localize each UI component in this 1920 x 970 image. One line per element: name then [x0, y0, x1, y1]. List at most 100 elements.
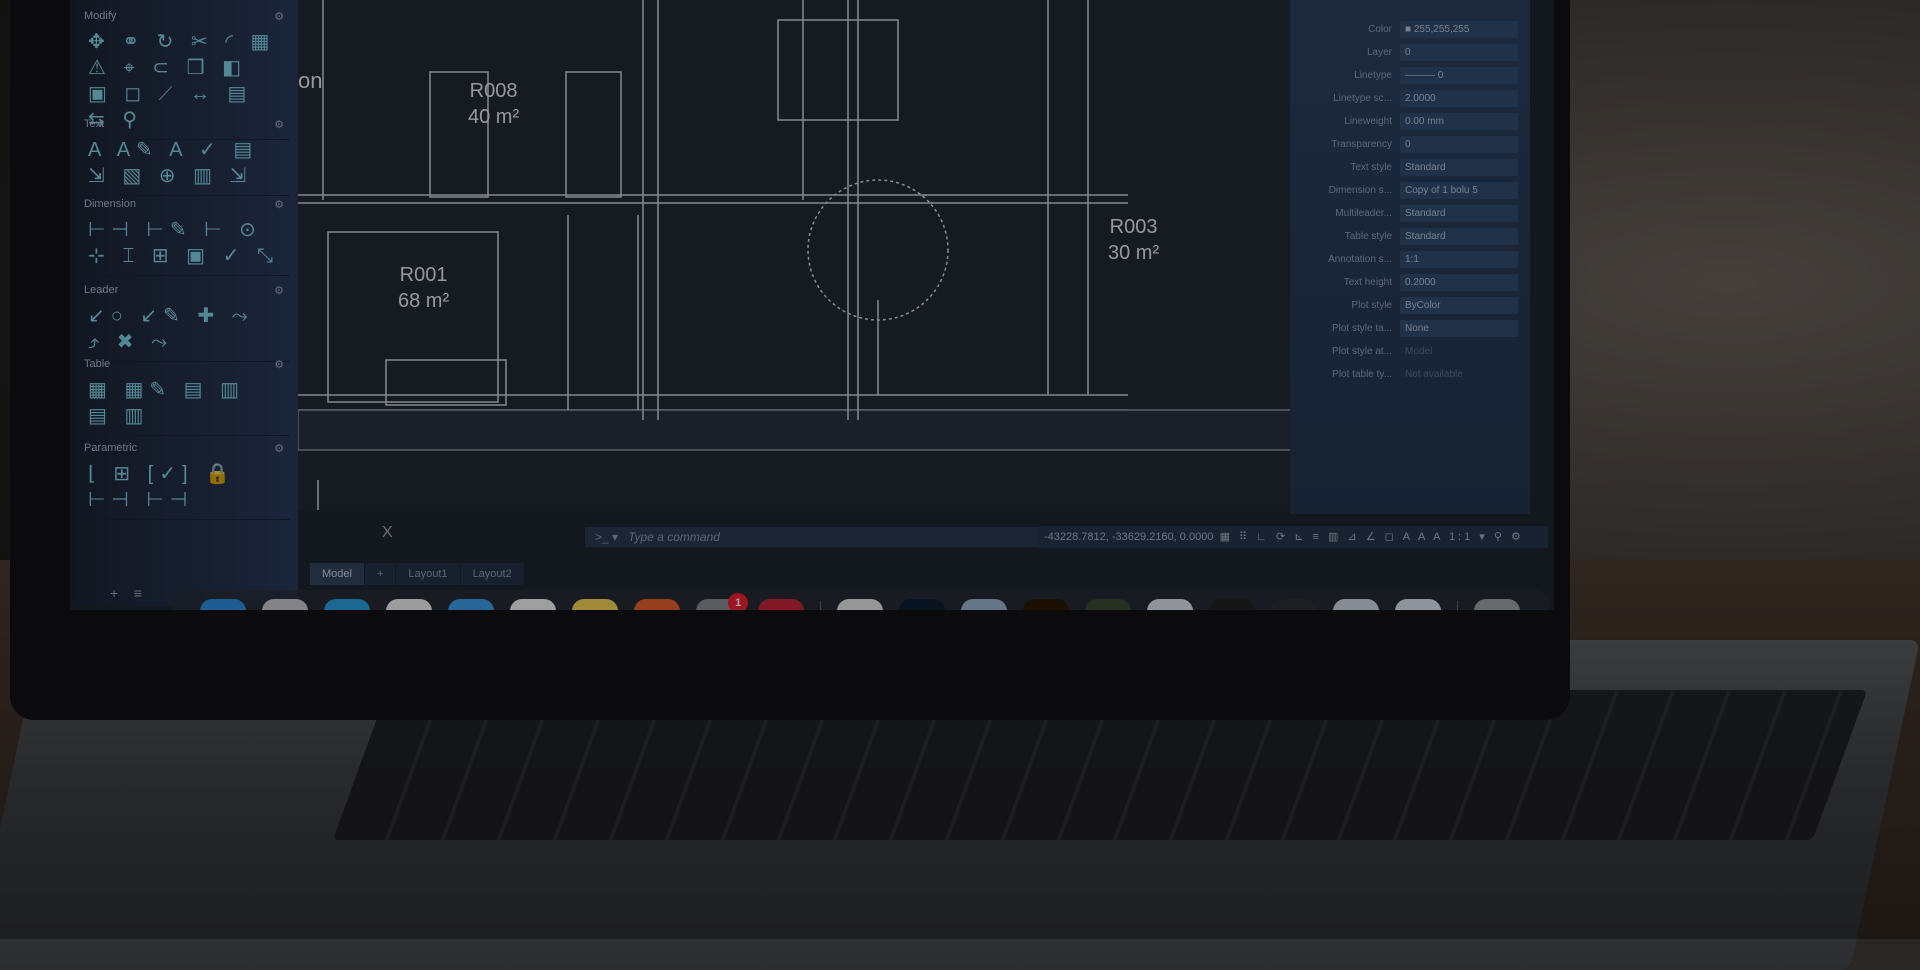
room-name: R003	[1109, 216, 1158, 238]
gear-icon[interactable]: ⚙	[274, 358, 284, 371]
palette-footer: + ≡	[110, 585, 142, 601]
room-area: 68 m²	[398, 290, 450, 312]
dock-app-photos[interactable]: ✿	[386, 599, 433, 610]
command-input[interactable]: Type a command	[628, 530, 720, 544]
property-row: Layer 0	[1290, 41, 1530, 64]
dock-app-system-settings[interactable]: ⚙1	[696, 593, 749, 610]
property-value[interactable]: 0.00 mm	[1400, 113, 1518, 130]
property-row: Linetype sc... 2.0000	[1290, 87, 1530, 110]
section-header[interactable]: Parametric ⚙	[78, 442, 290, 455]
dock-app-safari[interactable]: ⊘	[448, 599, 495, 610]
property-label: Linetype	[1354, 70, 1392, 81]
property-value[interactable]: Copy of 1 bolu 5	[1400, 182, 1518, 199]
property-value[interactable]: ByColor	[1400, 297, 1518, 314]
add-icon[interactable]: +	[110, 585, 118, 601]
partial-label: on	[298, 68, 323, 93]
property-value[interactable]: 0.2000	[1400, 274, 1518, 291]
tab-model[interactable]: Model	[310, 563, 364, 585]
property-label: Plot style ta...	[1331, 323, 1392, 334]
property-row: Lineweight 0.00 mm	[1290, 110, 1530, 133]
dock-app-cad[interactable]: A	[758, 599, 805, 610]
property-label: Transparency	[1331, 139, 1392, 150]
property-value[interactable]: 1:1	[1400, 251, 1518, 268]
dock-app-window-1[interactable]: ▤	[1085, 599, 1132, 610]
property-label: Linetype sc...	[1333, 93, 1392, 104]
gear-icon[interactable]: ⚙	[274, 442, 284, 455]
gear-icon[interactable]: ⚙	[274, 10, 284, 23]
palette-section-parametric: Parametric ⚙ ⌊ ⊞ [✓] 🔒 ⊢⊣ ⊢⊣	[78, 442, 290, 520]
section-title: Modify	[84, 10, 117, 22]
property-value[interactable]: None	[1400, 320, 1518, 337]
tool-icons[interactable]: A A✎ A ✓ ▤ ⇲ ▧ ⊕ ▥ ⇲	[78, 131, 290, 195]
property-label: Plot style	[1351, 300, 1392, 311]
property-label: Text style	[1350, 162, 1392, 173]
room-area: 40 m²	[468, 106, 520, 128]
property-label: Annotation s...	[1328, 254, 1392, 265]
tool-icons[interactable]: ↙○ ↙✎ ✚ ⤳ ⤴ ✖ ⤳	[78, 297, 290, 361]
property-label: Multileader...	[1335, 208, 1392, 219]
status-toggle-icons[interactable]: ▦ ⠿ ∟ ⟳ ⊾ ≡ ▥ ⊿ ∠ ◻ A A A 1:1 ▾ ⚲ ⚙	[1220, 531, 1524, 543]
gear-icon[interactable]: ⚙	[274, 198, 284, 211]
property-label: Plot table ty...	[1332, 369, 1392, 380]
dock-app-firefox[interactable]: ◉	[634, 599, 681, 610]
dock-app-photoshop[interactable]: Ps	[899, 599, 946, 610]
dock-app-illustrator[interactable]: Ai	[1023, 599, 1070, 610]
property-label: Plot style at...	[1331, 346, 1392, 357]
property-label: Color	[1368, 24, 1392, 35]
tab-add[interactable]: +	[364, 563, 396, 585]
menu-icon[interactable]: ≡	[134, 585, 142, 601]
tab-layout2[interactable]: Layout2	[460, 563, 524, 585]
dock-app-telegram[interactable]: ➤	[324, 599, 371, 610]
dock-app-finder[interactable]: ☺	[200, 599, 247, 610]
gear-icon[interactable]: ⚙	[274, 118, 284, 131]
property-value: Model	[1405, 346, 1433, 357]
property-value[interactable]: Standard	[1400, 228, 1518, 245]
property-label: Lineweight	[1344, 116, 1392, 127]
dock-app-launchpad[interactable]: ▦	[262, 599, 309, 610]
dock-separator	[1457, 601, 1459, 610]
drawing-canvas[interactable]: R008 40 m² R001 68 m² R003 30 m² on X	[297, 0, 1329, 541]
dock-app-trash[interactable]: 🗑	[1474, 599, 1521, 610]
coordinates-readout: -43228.7812, -33629.2160, 0.0000	[1044, 531, 1214, 543]
section-header[interactable]: Dimension ⚙	[78, 198, 290, 211]
section-title: Dimension	[84, 198, 136, 210]
floor-plan-drawing	[297, 0, 1329, 541]
dock-app-window-2[interactable]: ▤	[1147, 599, 1194, 610]
tab-layout1[interactable]: Layout1	[396, 563, 460, 585]
property-row: Plot style at... Model	[1290, 340, 1530, 363]
section-header[interactable]: Leader ⚙	[78, 284, 290, 297]
dock-app-chrome[interactable]: ◎	[837, 599, 884, 610]
command-line[interactable]: >_ ▾ Type a command	[585, 527, 1085, 547]
property-row: Plot style ta... None	[1290, 317, 1530, 340]
tool-icons[interactable]: ⊢⊣ ⊢✎ ⊢ ⊙ ⊹ ⌶ ⊞ ▣ ✓ ⤡	[78, 211, 290, 275]
dock-app-window-5[interactable]: ▤	[1333, 599, 1380, 610]
property-value[interactable]: Standard	[1400, 205, 1518, 222]
dock-app-reminders[interactable]: ☰	[510, 599, 557, 610]
gear-icon[interactable]: ⚙	[274, 284, 284, 297]
dock-app-preview[interactable]: ▣	[961, 599, 1008, 610]
property-value[interactable]: 2.0000	[1400, 90, 1518, 107]
property-value[interactable]: 0	[1400, 136, 1518, 153]
property-value[interactable]: 0	[1400, 44, 1518, 61]
property-value[interactable]: ——— 0	[1400, 67, 1518, 84]
dock-app-window-6[interactable]: ▤	[1395, 599, 1442, 610]
section-header[interactable]: Table ⚙	[78, 358, 290, 371]
laptop-screen: Modify ⚙ ✥ ⚭ ↻ ✂ ◜ ▦ ⚠ ⌖ ⊂ ❒ ◧ ▣ ◻ ⟋ ↔ ▤ ⇆…	[70, 0, 1554, 610]
layout-tabs: Model + Layout1 Layout2	[310, 563, 525, 585]
property-row: Annotation s... 1:1	[1290, 248, 1530, 271]
palette-section-leader: Leader ⚙ ↙○ ↙✎ ✚ ⤳ ⤴ ✖ ⤳	[78, 284, 290, 362]
dock-app-window-3[interactable]: ▤	[1209, 599, 1256, 610]
notification-badge: 1	[728, 593, 749, 610]
dock-app-window-4[interactable]: ▤	[1271, 599, 1318, 610]
property-value: Not available	[1405, 369, 1463, 380]
property-value[interactable]: ■ 255,255,255	[1400, 21, 1518, 38]
property-value[interactable]: Standard	[1400, 159, 1518, 176]
tool-icons[interactable]: ⌊ ⊞ [✓] 🔒 ⊢⊣ ⊢⊣	[78, 455, 290, 519]
section-header[interactable]: Modify ⚙	[78, 10, 290, 23]
section-header[interactable]: Text ⚙	[78, 118, 290, 131]
tool-icons[interactable]: ▦ ▦✎ ▤ ▥ ▤ ▥	[78, 371, 290, 435]
palette-section-table: Table ⚙ ▦ ▦✎ ▤ ▥ ▤ ▥	[78, 358, 290, 436]
property-row: Text style Standard	[1290, 156, 1530, 179]
dock-app-notes[interactable]: ▭	[572, 599, 619, 610]
command-prompt-icon: >_ ▾	[595, 530, 619, 544]
